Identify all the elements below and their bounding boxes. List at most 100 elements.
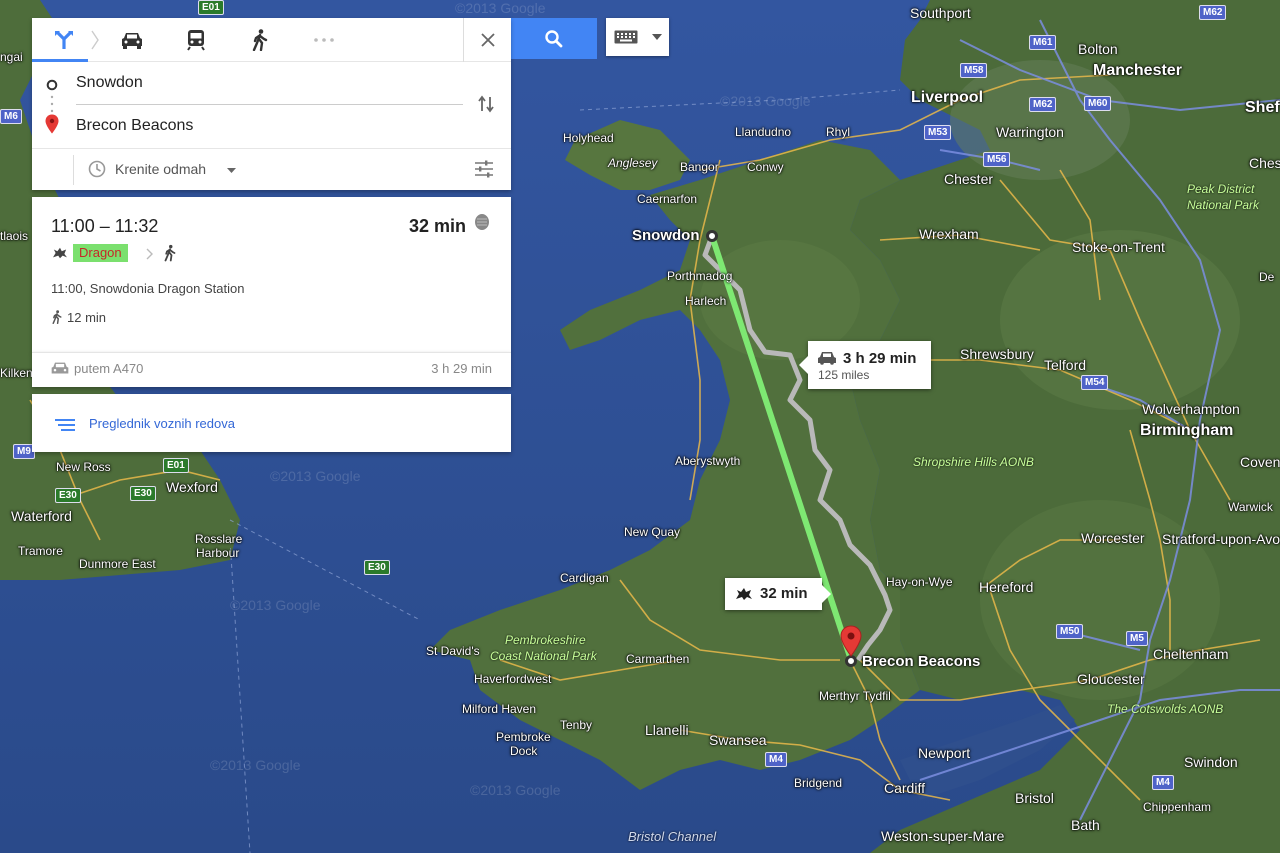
map-label: Wolverhampton <box>1142 401 1240 417</box>
swap-icon[interactable] <box>477 95 495 113</box>
map-label: Warwick <box>1228 500 1273 514</box>
car-icon <box>122 32 142 49</box>
map-label: Aberystwyth <box>675 454 741 468</box>
road-badge: M50 <box>1056 624 1084 639</box>
destination-marker-label: Brecon Beacons <box>862 653 981 670</box>
mode-transit[interactable] <box>164 18 228 62</box>
map-label: Bangor <box>680 160 719 174</box>
clock-icon <box>88 160 106 178</box>
car-icon <box>51 362 69 374</box>
map-label: Milford Haven <box>462 702 537 716</box>
map-label: Gloucester <box>1077 671 1145 687</box>
map-label: Anglesey <box>608 156 658 170</box>
transit-route-callout[interactable]: 32 min <box>725 578 831 610</box>
map-label: Southport <box>910 5 971 21</box>
map-label: Birmingham <box>1140 422 1234 439</box>
driving-alt-route[interactable]: putem A470 3 h 29 min <box>32 352 511 387</box>
route-options-icon[interactable] <box>474 160 494 178</box>
mode-driving[interactable] <box>100 18 164 62</box>
map-label: Haverfordwest <box>474 672 552 686</box>
route-dots-icon <box>50 95 54 113</box>
transit-result-card[interactable]: 11:00 – 11:32 32 min Dragon 11:00, Snowd… <box>32 197 511 352</box>
origin-input[interactable]: Snowdon <box>76 74 143 92</box>
origin-circle-icon <box>46 79 58 91</box>
live-info-icon <box>475 214 489 230</box>
map-label: Peak District <box>1187 182 1255 196</box>
destination-pin-icon <box>45 114 59 134</box>
map-label: Stoke-on-Trent <box>1072 239 1165 255</box>
destination-pin-icon[interactable] <box>840 625 862 657</box>
alt-route-via: putem A470 <box>74 361 144 376</box>
road-badge: E30 <box>130 486 156 501</box>
map-label: Bridgend <box>794 776 843 790</box>
road-badge: M54 <box>1081 375 1109 390</box>
map-label: Cheltenham <box>1153 646 1229 662</box>
map-label: Bristol <box>1015 790 1054 806</box>
map-watermark: ©2013 Google <box>455 0 546 16</box>
chevron-right-icon <box>146 248 153 260</box>
road-badge: M61 <box>1029 35 1057 50</box>
schedule-explorer-link[interactable]: Preglednik voznih redova <box>89 416 235 431</box>
close-icon <box>480 33 495 47</box>
map-label: New Ross <box>56 460 111 474</box>
map-label: Tramore <box>18 544 63 558</box>
map-watermark: ©2013 Google <box>230 597 321 613</box>
map-label: Caernarfon <box>637 192 698 206</box>
map-label: Cardigan <box>560 571 609 585</box>
caret-down-icon <box>652 34 662 40</box>
map-label: Coast National Park <box>490 649 597 663</box>
origin-underline <box>76 104 463 105</box>
dragon-icon <box>736 588 752 600</box>
map-label: Waterford <box>11 508 72 524</box>
mode-best-route[interactable] <box>32 18 96 62</box>
map-label: Bolton <box>1078 41 1118 57</box>
map-watermark: ©2013 Google <box>720 93 811 109</box>
mode-walking[interactable] <box>228 18 292 62</box>
schedule-explorer-card[interactable]: Preglednik voznih redova <box>32 394 511 452</box>
car-callout-distance: 125 miles <box>818 368 870 382</box>
map-label: Conwy <box>747 160 784 174</box>
map-label: Harlech <box>685 294 727 308</box>
road-badge: E30 <box>364 560 390 575</box>
result-duration: 32 min <box>408 216 466 236</box>
origin-marker[interactable] <box>706 230 718 242</box>
map-label: Tenby <box>560 718 593 732</box>
transit-callout-time: 32 min <box>760 585 808 602</box>
map-label: Hay-on-Wye <box>886 575 953 589</box>
map-label: St David's <box>426 644 480 658</box>
map-label: ngai <box>0 50 23 64</box>
travel-mode-bar <box>32 18 511 62</box>
map-label: Hereford <box>979 579 1034 595</box>
map-label: Swindon <box>1184 754 1238 770</box>
road-badge: E01 <box>198 0 224 15</box>
close-directions-button[interactable] <box>463 18 511 62</box>
map-label: Llandudno <box>735 125 792 139</box>
search-button[interactable] <box>511 18 597 59</box>
depart-time-dropdown[interactable]: Krenite odmah <box>115 161 206 177</box>
input-tools-button[interactable] <box>606 18 669 56</box>
map-label: Dunmore East <box>79 557 156 571</box>
map-label: Telford <box>1044 357 1087 373</box>
map-label: De <box>1259 270 1275 284</box>
map-label: Merthyr Tydfil <box>819 689 891 703</box>
map-watermark: ©2013 Google <box>210 757 301 773</box>
map-label: Liverpool <box>911 89 984 106</box>
walk-icon <box>52 310 62 324</box>
map-label: Shrewsbury <box>960 346 1034 362</box>
mode-more[interactable] <box>292 18 356 62</box>
map-label: Holyhead <box>563 131 614 145</box>
caret-down-icon <box>227 168 236 173</box>
keyboard-icon <box>614 30 638 44</box>
destination-input[interactable]: Brecon Beacons <box>76 117 193 135</box>
walk-icon <box>164 244 176 262</box>
car-icon <box>818 352 836 365</box>
map-watermark: ©2013 Google <box>270 468 361 484</box>
map-label: Wrexham <box>919 226 979 242</box>
road-badge: M4 <box>1152 775 1174 790</box>
car-callout-time: 3 h 29 min <box>843 350 917 367</box>
car-route-callout[interactable]: 3 h 29 min 125 miles <box>799 341 931 389</box>
dragon-icon <box>53 247 67 259</box>
map-label: Chester <box>944 171 994 187</box>
alt-route-duration: 3 h 29 min <box>431 361 492 376</box>
directions-panel: Snowdon Brecon Beacons Krenite odmah <box>32 18 511 190</box>
